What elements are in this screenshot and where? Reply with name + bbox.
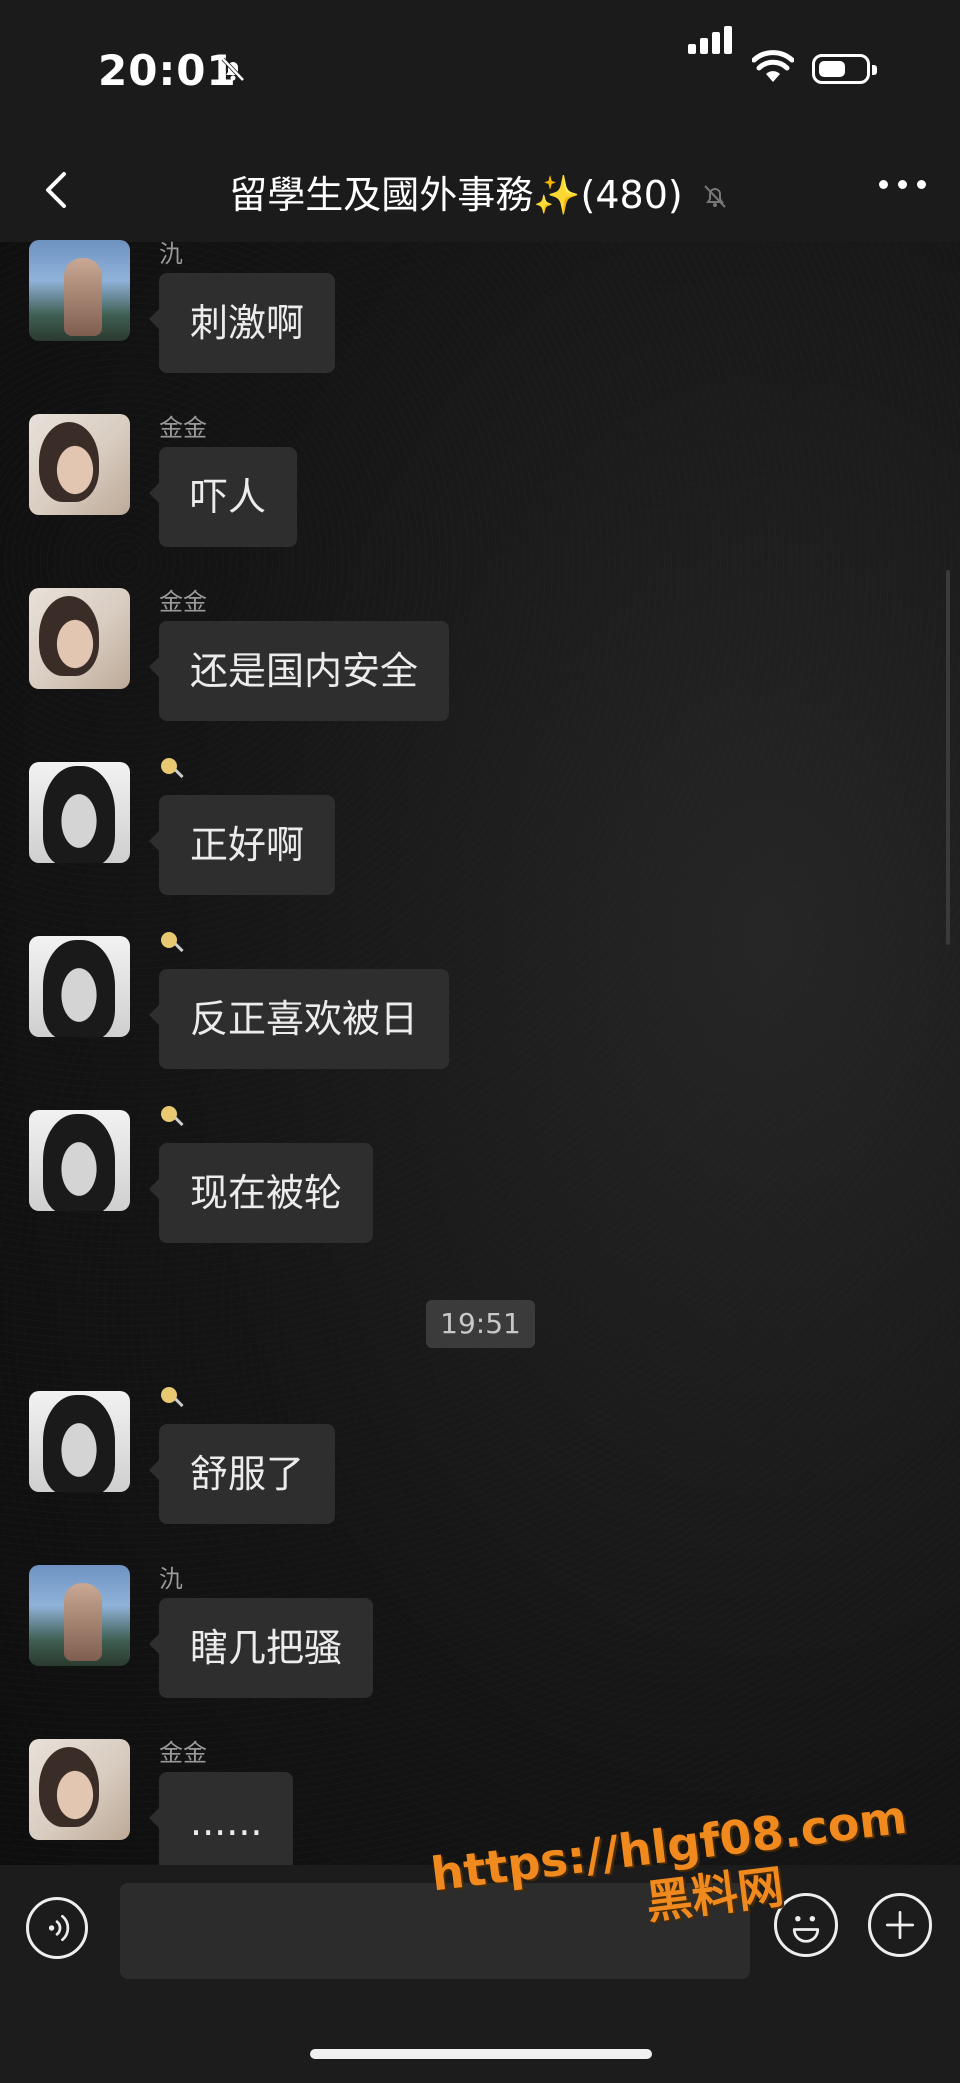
plus-icon[interactable] [868, 1893, 932, 1957]
sender-name [159, 756, 185, 788]
message-bubble[interactable]: 还是国内安全 [148, 621, 450, 721]
sender-name: 金金 [159, 1739, 207, 1767]
chat-header: 留學生及國外事務✨(480) [0, 140, 960, 242]
avatar[interactable] [29, 588, 130, 689]
sender-name: 金金 [159, 414, 207, 442]
chat-title: 留學生及國外事務✨(480) [0, 164, 960, 219]
status-bar: 20:01 [0, 0, 960, 140]
sender-name [159, 1385, 185, 1417]
message-bubble[interactable]: 吓人 [148, 447, 298, 547]
message-bubble[interactable]: ...... [148, 1772, 294, 1872]
lollipop-icon [159, 1104, 185, 1130]
avatar[interactable] [29, 1739, 130, 1840]
lollipop-icon [159, 756, 185, 782]
message-bubble[interactable]: 瞎几把骚 [148, 1598, 374, 1698]
time-divider: 19:51 [426, 1300, 535, 1348]
sender-name: 金金 [159, 588, 207, 616]
avatar[interactable] [29, 762, 130, 863]
avatar[interactable] [29, 414, 130, 515]
background-texture [0, 0, 960, 2083]
more-dots-icon[interactable] [879, 180, 926, 189]
avatar[interactable] [29, 936, 130, 1037]
sender-name: 氿 [159, 1565, 183, 1593]
voice-icon[interactable] [26, 1897, 88, 1959]
home-indicator[interactable] [310, 2049, 652, 2059]
message-bubble[interactable]: 舒服了 [148, 1424, 336, 1524]
message-bubble[interactable]: 现在被轮 [148, 1143, 374, 1243]
wifi-icon [752, 50, 794, 82]
message-bubble[interactable]: 刺激啊 [148, 273, 336, 373]
chat-title-text: 留學生及國外事務✨(480) [229, 173, 683, 217]
battery-icon [812, 54, 877, 84]
message-bubble[interactable]: 正好啊 [148, 795, 336, 895]
sender-name [159, 930, 185, 962]
lollipop-icon [159, 1385, 185, 1411]
bell-slash-icon [704, 185, 726, 208]
status-time: 20:01 [98, 46, 237, 95]
lollipop-icon [159, 930, 185, 956]
avatar[interactable] [29, 1565, 130, 1666]
avatar[interactable] [29, 240, 130, 341]
avatar[interactable] [29, 1391, 130, 1492]
scrollbar[interactable] [946, 570, 950, 945]
sender-name: 氿 [159, 240, 183, 268]
message-bubble[interactable]: 反正喜欢被日 [148, 969, 450, 1069]
sender-name [159, 1104, 185, 1136]
bell-slash-icon [221, 57, 245, 82]
avatar[interactable] [29, 1110, 130, 1211]
